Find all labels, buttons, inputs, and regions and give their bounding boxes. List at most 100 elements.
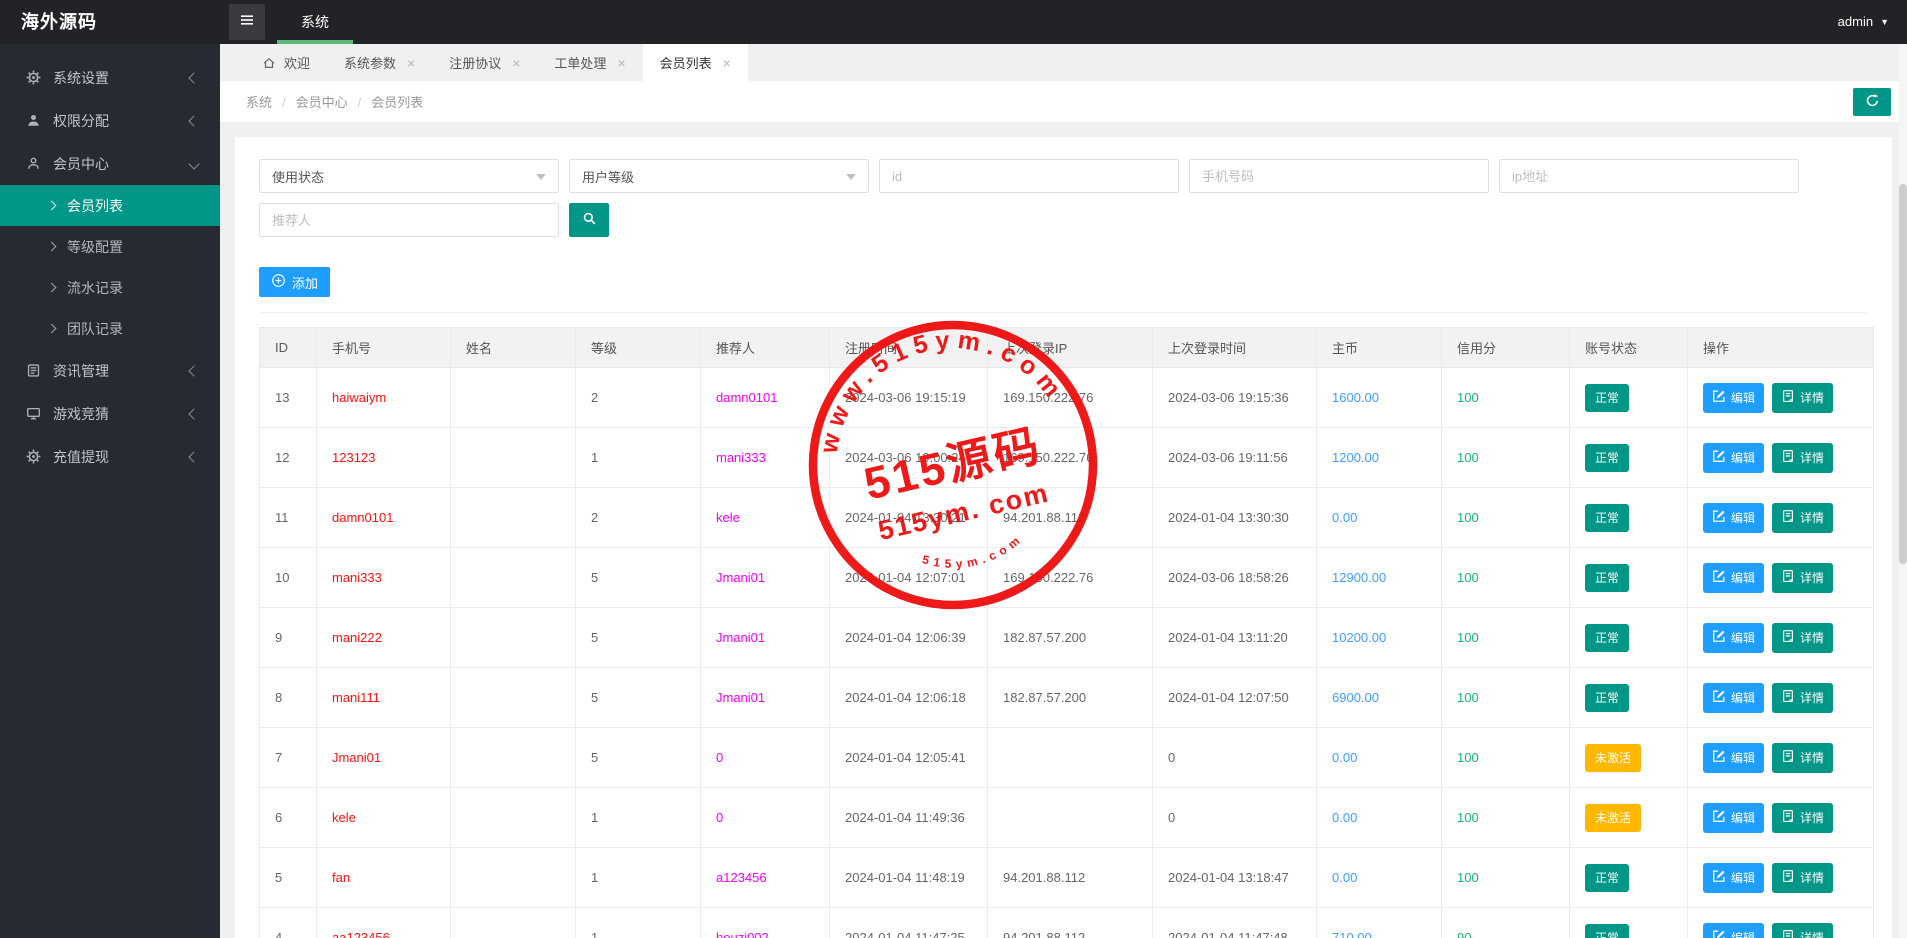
cell-coin[interactable]: 1600.00 — [1316, 367, 1442, 428]
cell-referrer[interactable]: 0 — [700, 727, 830, 788]
cell-coin[interactable]: 1200.00 — [1316, 427, 1442, 488]
edit-button[interactable]: 编辑 — [1703, 802, 1765, 833]
cell-referrer[interactable]: a123456 — [700, 847, 830, 908]
chevron-left-icon — [188, 407, 200, 420]
sidebar-subitem-label: 会员列表 — [67, 197, 123, 214]
cell-phone[interactable]: 123123 — [316, 427, 451, 488]
cell-phone[interactable]: haiwaiym — [316, 367, 451, 428]
tab-close-icon[interactable]: × — [723, 55, 731, 71]
cell-referrer[interactable]: houzi002 — [700, 907, 830, 938]
edit-button[interactable]: 编辑 — [1703, 862, 1765, 893]
detail-button[interactable]: 详情 — [1772, 442, 1834, 473]
cell-coin[interactable]: 0.00 — [1316, 847, 1442, 908]
cell-coin[interactable]: 12900.00 — [1316, 547, 1442, 608]
phone-input[interactable] — [1189, 159, 1489, 193]
edit-button[interactable]: 编辑 — [1703, 502, 1765, 533]
sidebar-subitem-2[interactable]: 流水记录 — [0, 267, 220, 308]
refresh-button[interactable] — [1853, 88, 1891, 116]
level-select[interactable]: 用户等级 — [569, 159, 869, 193]
sidebar-subitem-label: 流水记录 — [67, 279, 123, 296]
sidebar-item-0[interactable]: 系统设置 — [0, 56, 220, 99]
user-menu[interactable]: admin ▼ — [1838, 0, 1889, 44]
edit-button[interactable]: 编辑 — [1703, 742, 1765, 773]
cell-phone[interactable]: aa123456 — [316, 907, 451, 938]
table-row: 7 Jmani01 5 0 2024-01-04 12:05:41 0 0.00 100 未激活… — [259, 727, 1874, 788]
cell-referrer[interactable]: Jmani01 — [700, 547, 830, 608]
cell-name — [450, 847, 576, 908]
cell-phone[interactable]: Jmani01 — [316, 727, 451, 788]
cell-phone[interactable]: mani333 — [316, 547, 451, 608]
detail-button[interactable]: 详情 — [1772, 922, 1834, 938]
column-header-8: 主币 — [1316, 327, 1442, 368]
edit-button[interactable]: 编辑 — [1703, 442, 1765, 473]
cell-coin[interactable]: 6900.00 — [1316, 667, 1442, 728]
sidebar-subitem-3[interactable]: 团队记录 — [0, 308, 220, 349]
detail-button[interactable]: 详情 — [1772, 802, 1834, 833]
cell-referrer[interactable]: damn0101 — [700, 367, 830, 428]
breadcrumb-item-1[interactable]: 会员中心 — [296, 95, 348, 110]
cell-phone[interactable]: fan — [316, 847, 451, 908]
column-header-9: 信用分 — [1441, 327, 1570, 368]
topnav-system[interactable]: 系统 — [277, 0, 353, 44]
cell-referrer[interactable]: kele — [700, 487, 830, 548]
sidebar-item-1[interactable]: 权限分配 — [0, 99, 220, 142]
cell-phone[interactable]: mani111 — [316, 667, 451, 728]
sidebar-item-4[interactable]: 游戏竞猜 — [0, 392, 220, 435]
detail-button[interactable]: 详情 — [1772, 382, 1834, 413]
level-select-value: 用户等级 — [582, 169, 635, 185]
detail-button[interactable]: 详情 — [1772, 682, 1834, 713]
cell-referrer[interactable]: 0 — [700, 787, 830, 848]
detail-button[interactable]: 详情 — [1772, 862, 1834, 893]
tab-4[interactable]: 会员列表 × — [642, 44, 748, 81]
tab-0[interactable]: 欢迎 — [245, 44, 327, 81]
ip-input[interactable] — [1499, 159, 1799, 193]
edit-button[interactable]: 编辑 — [1703, 682, 1765, 713]
hamburger-menu-button[interactable] — [229, 4, 265, 40]
edit-button[interactable]: 编辑 — [1703, 382, 1765, 413]
tab-3[interactable]: 工单处理 × — [537, 44, 642, 81]
edit-button[interactable]: 编辑 — [1703, 562, 1765, 593]
cell-coin[interactable]: 0.00 — [1316, 727, 1442, 788]
cell-level: 5 — [575, 727, 701, 788]
sidebar-item-2[interactable]: 会员中心 — [0, 142, 220, 185]
cell-reg-time: 2024-01-04 12:07:01 — [829, 547, 988, 608]
detail-button-label: 详情 — [1800, 931, 1825, 938]
cell-phone[interactable]: kele — [316, 787, 451, 848]
cell-coin[interactable]: 0.00 — [1316, 487, 1442, 548]
detail-button[interactable]: 详情 — [1772, 622, 1834, 653]
cell-phone[interactable]: damn0101 — [316, 487, 451, 548]
cell-coin[interactable]: 710.00 — [1316, 907, 1442, 938]
tab-close-icon[interactable]: × — [512, 55, 520, 71]
detail-button[interactable]: 详情 — [1772, 742, 1834, 773]
status-select[interactable]: 使用状态 — [259, 159, 559, 193]
breadcrumb-item-0[interactable]: 系统 — [246, 95, 272, 110]
sidebar-item-5[interactable]: 充值提现 — [0, 435, 220, 478]
cell-status: 正常 — [1569, 907, 1688, 938]
cell-phone[interactable]: mani222 — [316, 607, 451, 668]
tab-close-icon[interactable]: × — [407, 55, 415, 71]
sidebar-subitem-0[interactable]: 会员列表 — [0, 185, 220, 226]
tab-close-icon[interactable]: × — [617, 55, 625, 71]
cell-operations: 编辑 详情 — [1687, 427, 1874, 488]
referrer-input[interactable] — [259, 203, 559, 237]
cell-referrer[interactable]: mani333 — [700, 427, 830, 488]
detail-button[interactable]: 详情 — [1772, 562, 1834, 593]
search-button[interactable] — [569, 203, 609, 237]
cell-coin[interactable]: 10200.00 — [1316, 607, 1442, 668]
tab-2[interactable]: 注册协议 × — [432, 44, 537, 81]
edit-button[interactable]: 编辑 — [1703, 922, 1765, 938]
add-button[interactable]: 添加 — [259, 267, 331, 297]
tab-1[interactable]: 系统参数 × — [327, 44, 432, 81]
sidebar-subitem-1[interactable]: 等级配置 — [0, 226, 220, 267]
breadcrumb-item-2[interactable]: 会员列表 — [371, 95, 423, 110]
cell-coin[interactable]: 0.00 — [1316, 787, 1442, 848]
id-input[interactable] — [879, 159, 1179, 193]
cell-referrer[interactable]: Jmani01 — [700, 607, 830, 668]
scrollbar-thumb[interactable] — [1899, 184, 1907, 564]
cell-referrer[interactable]: Jmani01 — [700, 667, 830, 728]
sidebar-item-3[interactable]: 资讯管理 — [0, 349, 220, 392]
cell-last-ip: 169.150.222.76 — [987, 547, 1153, 608]
detail-button[interactable]: 详情 — [1772, 502, 1834, 533]
edit-icon — [1712, 689, 1726, 706]
edit-button[interactable]: 编辑 — [1703, 622, 1765, 653]
